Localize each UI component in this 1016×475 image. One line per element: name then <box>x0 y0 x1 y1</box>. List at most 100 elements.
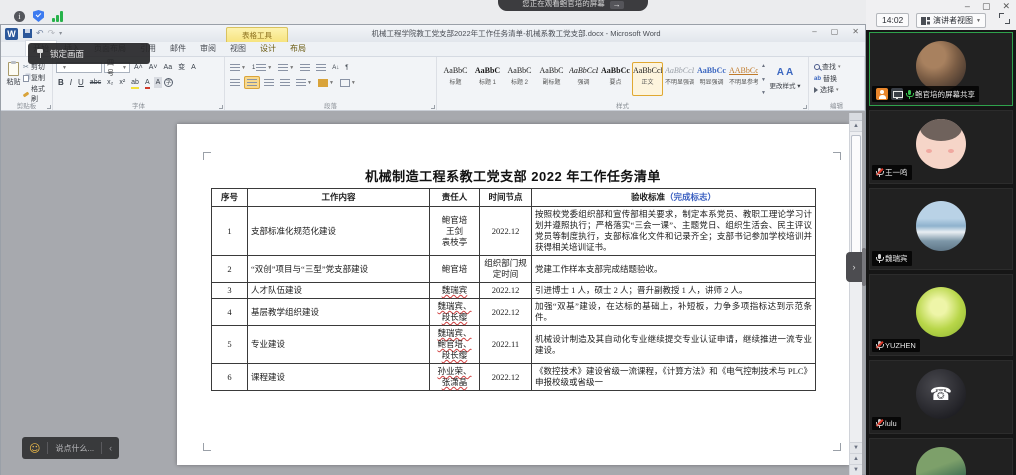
chat-input-pill[interactable]: ☺ 说点什么... ‹ <box>22 437 119 459</box>
tab-布局[interactable]: 布局 <box>283 41 313 56</box>
cell-num[interactable]: 1 <box>212 207 248 256</box>
change-case-button[interactable]: Aa <box>162 62 175 73</box>
style-scroll-up-icon[interactable]: ▲ <box>761 63 766 69</box>
cell-task[interactable]: 课程建设 <box>248 364 430 391</box>
paragraph-dialog-launcher-icon[interactable] <box>431 105 435 109</box>
scrollbar-thumb[interactable] <box>851 135 861 265</box>
align-center-button[interactable] <box>244 76 260 89</box>
style-gallery-more-icon[interactable]: ▼ <box>761 90 766 96</box>
copy-button[interactable]: 复制 <box>23 73 49 83</box>
font-dialog-launcher-icon[interactable] <box>219 105 223 109</box>
cell-criteria[interactable]: 党建工作样本支部完成结题验收。 <box>532 256 816 283</box>
cell-criteria[interactable]: 机械设计制造及其自动化专业继续提交专业认证申请，继续推进一流专业建设。 <box>532 326 816 364</box>
undo-button[interactable]: ↶ <box>36 28 44 39</box>
participant-tile[interactable]: YUZHEN <box>869 274 1013 356</box>
increase-indent-button[interactable] <box>314 62 328 73</box>
select-button[interactable]: 选择▾ <box>814 85 859 95</box>
participant-tile[interactable]: ☎lulu <box>869 360 1013 434</box>
document-page[interactable]: 机械制造工程系教工党支部 2022 年工作任务清单 序号 工作内容 责任人 时间… <box>177 124 849 465</box>
tab-设计[interactable]: 设计 <box>253 41 283 56</box>
cell-owner[interactable]: 孙业荣、 张潇晶 <box>430 364 480 391</box>
cell-owner[interactable]: 魏瑞宾 <box>430 283 480 299</box>
style-item-副标题[interactable]: AaBbC副标题 <box>536 62 567 96</box>
align-right-button[interactable] <box>262 77 276 88</box>
shield-icon[interactable] <box>33 10 44 22</box>
numbering-button[interactable]: 1▼ <box>250 62 274 73</box>
strikethrough-button[interactable]: abc <box>88 77 103 88</box>
info-icon[interactable]: i <box>14 11 25 22</box>
italic-button[interactable]: I <box>68 77 74 88</box>
header-time[interactable]: 时间节点 <box>480 189 532 207</box>
cell-time[interactable]: 2022.12 <box>480 364 532 391</box>
style-item-不明显参考[interactable]: AABbCcDo不明显参考 <box>728 62 759 96</box>
decrease-indent-button[interactable] <box>298 62 312 73</box>
word-restore-button[interactable]: ▢ <box>831 27 839 36</box>
cell-num[interactable]: 6 <box>212 364 248 391</box>
tab-邮件[interactable]: 邮件 <box>163 41 193 56</box>
cell-task[interactable]: 基层教学组织建设 <box>248 299 430 326</box>
save-icon[interactable] <box>23 29 32 38</box>
header-num[interactable]: 序号 <box>212 189 248 207</box>
underline-button[interactable]: U <box>76 77 86 88</box>
borders-button[interactable]: ▼ <box>338 77 358 88</box>
style-item-标题 1[interactable]: AaBbC标题 1 <box>472 62 503 96</box>
find-button[interactable]: 查找▾ <box>814 62 859 72</box>
previous-page-button[interactable]: ▲ <box>850 453 862 464</box>
paste-button[interactable]: 粘贴 <box>4 59 23 100</box>
cell-criteria[interactable]: 按照校党委组织部和宣传部相关要求，制定本系党员、教职工理论学习计划并遵照执行；严… <box>532 207 816 256</box>
cell-owner[interactable]: 魏瑞宾、 段长缨 <box>430 299 480 326</box>
word-close-button[interactable]: ✕ <box>852 27 859 36</box>
pinyin-guide-button[interactable]: 变 <box>176 62 187 73</box>
justify-button[interactable] <box>278 77 292 88</box>
style-item-强调[interactable]: AaBbCcDd强调 <box>568 62 599 96</box>
cell-time[interactable]: 2022.12 <box>480 283 532 299</box>
document-heading[interactable]: 机械制造工程系教工党支部 2022 年工作任务清单 <box>177 166 849 185</box>
cell-num[interactable]: 3 <box>212 283 248 299</box>
character-shading-button[interactable]: A <box>154 77 163 88</box>
cell-time[interactable]: 2022.12 <box>480 299 532 326</box>
text-highlight-button[interactable]: ab <box>129 77 141 89</box>
style-item-正文[interactable]: AaBbCcDd正文 <box>632 62 663 96</box>
subscript-button[interactable]: x₂ <box>105 77 115 88</box>
split-window-handle[interactable] <box>850 113 862 121</box>
next-page-button[interactable]: ▼ <box>850 464 862 475</box>
word-logo-icon[interactable]: W <box>5 28 18 40</box>
clipboard-dialog-launcher-icon[interactable] <box>47 105 51 109</box>
character-border-button[interactable]: A <box>189 62 198 73</box>
font-color-button[interactable]: A <box>143 77 152 89</box>
chat-input-placeholder[interactable]: 说点什么... <box>55 443 94 454</box>
styles-dialog-launcher-icon[interactable] <box>803 105 807 109</box>
line-spacing-button[interactable]: ▼ <box>294 77 314 88</box>
cell-num[interactable]: 2 <box>212 256 248 283</box>
sort-button[interactable]: A↓ <box>330 63 341 72</box>
emoji-icon[interactable]: ☺ <box>29 442 40 455</box>
multilevel-list-button[interactable]: ▼ <box>276 62 296 73</box>
style-scroll-down-icon[interactable]: ▼ <box>761 77 766 83</box>
cell-owner[interactable]: 鲍官培 <box>430 256 480 283</box>
screen-share-banner[interactable]: 您正在观看鲍官培的屏幕 → <box>498 0 648 11</box>
show-marks-button[interactable]: ¶ <box>343 63 350 72</box>
share-banner-arrow-icon[interactable]: → <box>610 1 624 9</box>
maximize-button[interactable]: ▢ <box>982 1 991 11</box>
redo-button[interactable]: ↷ <box>48 28 56 39</box>
participant-tile[interactable] <box>869 438 1013 475</box>
cell-criteria[interactable]: 加强“双基”建设，在达标的基础上，补短板，力争多项指标达到示范条件。 <box>532 299 816 326</box>
sidebar-collapse-handle[interactable]: › <box>846 252 862 282</box>
cell-criteria[interactable]: 引进博士 1 人，硕士 2 人；晋升副教授 1 人，讲师 2 人。 <box>532 283 816 299</box>
scroll-up-icon[interactable]: ▲ <box>850 121 862 132</box>
tab-视图[interactable]: 视图 <box>223 41 253 56</box>
style-item-明显强调[interactable]: AaBbCcDe明显强调 <box>696 62 727 96</box>
style-item-标题[interactable]: AaBbC标题 <box>440 62 471 96</box>
qat-customize-caret-icon[interactable]: ▾ <box>59 30 62 37</box>
cell-criteria[interactable]: 《数控技术》建设省级一流课程，《计算方法》和《电气控制技术与 PLC》申报校级或… <box>532 364 816 391</box>
cell-num[interactable]: 5 <box>212 326 248 364</box>
align-left-button[interactable] <box>228 77 242 88</box>
shrink-font-button[interactable]: A˅ <box>147 62 160 73</box>
style-item-要点[interactable]: AaBbCcDc要点 <box>600 62 631 96</box>
fullscreen-icon[interactable] <box>999 13 1010 24</box>
network-signal-icon[interactable] <box>52 11 63 22</box>
work-task-table[interactable]: 序号 工作内容 责任人 时间节点 验收标准（完成标志） 1支部标准化规范化建设鲍… <box>211 188 816 391</box>
style-item-不明显强调[interactable]: AaBbCcDd不明显强调 <box>664 62 695 96</box>
cell-time[interactable]: 2022.11 <box>480 326 532 364</box>
style-item-标题 2[interactable]: AaBbC标题 2 <box>504 62 535 96</box>
